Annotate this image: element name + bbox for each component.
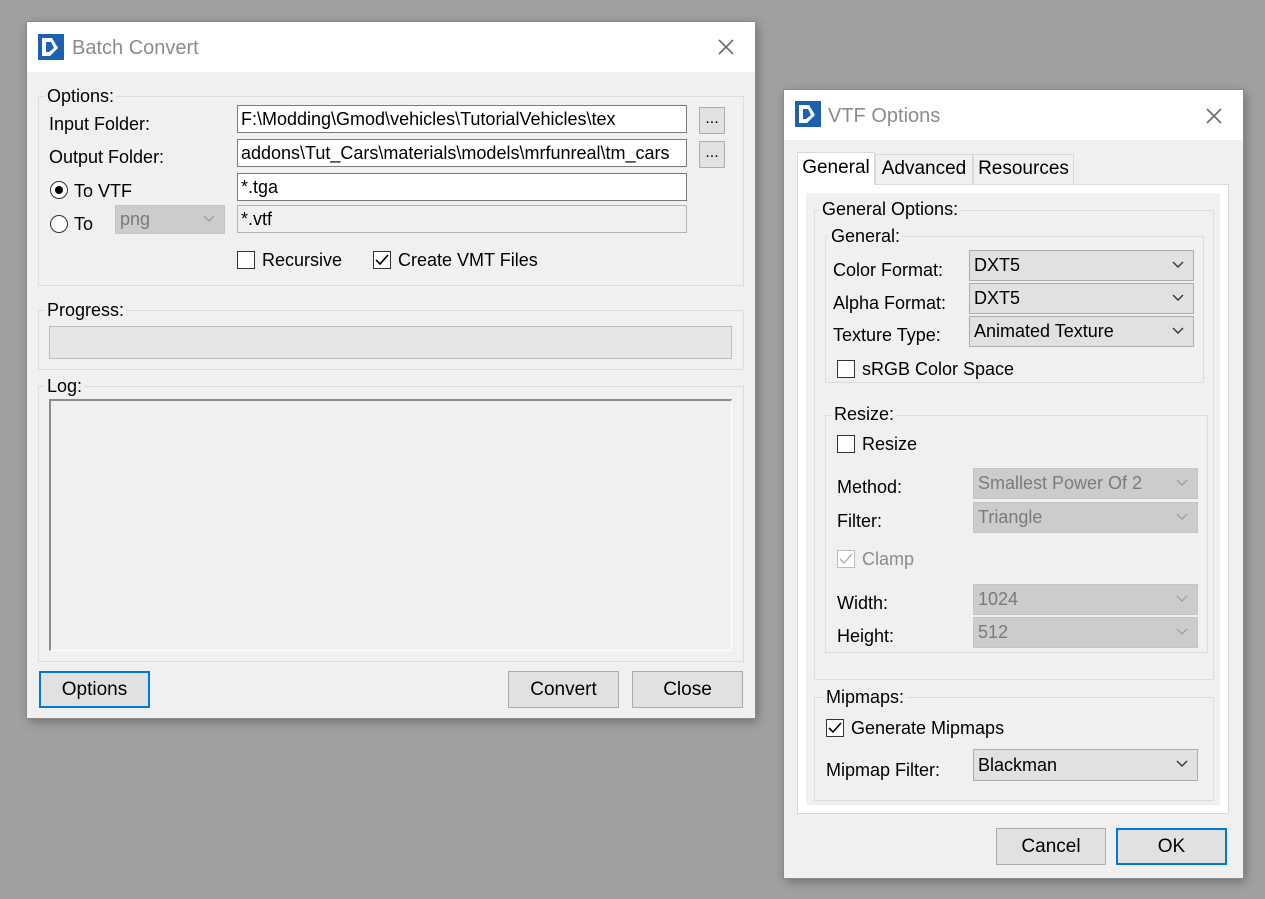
color-format-value: DXT5 [974, 255, 1021, 275]
method-label: Method: [837, 477, 903, 497]
options-button[interactable]: Options [39, 671, 150, 708]
batch-convert-titlebar[interactable]: Batch Convert [27, 22, 755, 72]
resize-group-title: Resize: [832, 404, 897, 425]
output-folder-label: Output Folder: [49, 147, 165, 167]
chevron-down-icon [203, 215, 215, 222]
texture-type-value: Animated Texture [974, 321, 1114, 341]
chevron-down-icon [1176, 595, 1188, 602]
to-vtf-label[interactable]: To VTF [74, 181, 132, 202]
texture-type-label: Texture Type: [833, 325, 941, 345]
to-format-radio[interactable] [50, 215, 68, 233]
mipmaps-group-title: Mipmaps: [824, 687, 907, 708]
general-group-title: General: [829, 226, 903, 247]
srgb-checkbox[interactable] [837, 360, 855, 378]
checkmark-icon [375, 254, 389, 266]
filter-label: Filter: [837, 511, 882, 531]
height-value: 512 [978, 622, 1009, 642]
to-vtf-radio[interactable] [50, 181, 68, 199]
filter-value: Triangle [978, 507, 1043, 527]
radio-selected-dot [55, 186, 63, 194]
srgb-label[interactable]: sRGB Color Space [862, 359, 1014, 380]
create-vmt-checkbox[interactable] [373, 251, 391, 269]
input-folder-browse-button[interactable]: ... [699, 107, 725, 134]
generate-mipmaps-checkbox[interactable] [826, 719, 844, 737]
method-value: Smallest Power Of 2 [978, 473, 1143, 493]
options-group-title: Options: [45, 86, 117, 107]
to-format-select: png [115, 205, 225, 234]
vtfedit-app-icon [38, 34, 64, 60]
chevron-down-icon [1176, 479, 1188, 486]
chevron-down-icon [1172, 294, 1184, 301]
output-folder-field[interactable]: addons\Tut_Cars\materials\models\mrfunre… [237, 139, 687, 167]
alpha-format-label: Alpha Format: [833, 293, 947, 313]
vtfedit-app-icon [795, 101, 821, 127]
general-options-group-title: General Options: [820, 199, 961, 220]
alpha-format-value: DXT5 [974, 288, 1021, 308]
tab-advanced[interactable]: Advanced [875, 154, 973, 184]
input-folder-field[interactable]: F:\Modding\Gmod\vehicles\TutorialVehicle… [237, 105, 687, 133]
width-select: 1024 [973, 584, 1198, 615]
mipmap-filter-label: Mipmap Filter: [826, 760, 941, 780]
close-button[interactable]: Close [632, 671, 743, 708]
tab-resources[interactable]: Resources [973, 154, 1074, 184]
cancel-button[interactable]: Cancel [996, 828, 1106, 865]
ok-button[interactable]: OK [1116, 828, 1227, 865]
to-format-label[interactable]: To [74, 214, 93, 235]
progress-group-title: Progress: [45, 300, 127, 321]
resize-label[interactable]: Resize [862, 434, 917, 455]
color-format-label: Color Format: [833, 260, 944, 280]
width-label: Width: [837, 593, 889, 613]
log-textarea[interactable] [49, 399, 732, 651]
chevron-down-icon [1172, 327, 1184, 334]
batch-convert-title: Batch Convert [72, 37, 199, 59]
chevron-down-icon [1176, 760, 1188, 767]
checkmark-icon [839, 553, 853, 565]
clamp-label: Clamp [862, 549, 915, 569]
progress-bar [49, 326, 732, 359]
alpha-format-select[interactable]: DXT5 [969, 283, 1194, 314]
to-format-value: png [120, 209, 151, 229]
vtf-options-title: VTF Options [828, 105, 941, 127]
output-filter-field: *.vtf [237, 205, 687, 233]
resize-checkbox[interactable] [837, 435, 855, 453]
convert-button[interactable]: Convert [508, 671, 619, 708]
mipmap-filter-value: Blackman [978, 755, 1058, 775]
vtf-options-titlebar[interactable]: VTF Options [784, 90, 1243, 140]
filter-select: Triangle [973, 502, 1198, 533]
checkmark-icon [828, 722, 842, 734]
vtf-options-window: VTF Options General Advanced Resources G… [784, 90, 1243, 878]
height-select: 512 [973, 617, 1198, 648]
input-folder-label: Input Folder: [49, 114, 151, 134]
generate-mipmaps-label[interactable]: Generate Mipmaps [851, 718, 1004, 739]
chevron-down-icon [1176, 628, 1188, 635]
log-group-title: Log: [45, 376, 85, 397]
input-filter-field[interactable]: *.tga [237, 173, 687, 201]
height-label: Height: [837, 626, 895, 646]
tab-page-inner: General Options: General: Color Format: … [806, 193, 1220, 805]
close-icon[interactable] [715, 36, 737, 58]
chevron-down-icon [1176, 513, 1188, 520]
recursive-label[interactable]: Recursive [262, 250, 342, 271]
batch-convert-window: Batch Convert Options: Input Folder: F:\… [27, 22, 755, 718]
chevron-down-icon [1172, 261, 1184, 268]
texture-type-select[interactable]: Animated Texture [969, 316, 1194, 347]
mipmap-filter-select[interactable]: Blackman [973, 749, 1198, 781]
color-format-select[interactable]: DXT5 [969, 250, 1194, 281]
method-select: Smallest Power Of 2 [973, 468, 1198, 499]
close-icon[interactable] [1203, 105, 1225, 127]
tab-page-general: General Options: General: Color Format: … [797, 184, 1229, 814]
recursive-checkbox[interactable] [237, 251, 255, 269]
tab-general[interactable]: General [797, 152, 875, 185]
width-value: 1024 [978, 589, 1019, 609]
clamp-checkbox [837, 550, 855, 568]
create-vmt-label[interactable]: Create VMT Files [398, 250, 538, 271]
output-folder-browse-button[interactable]: ... [699, 141, 725, 168]
